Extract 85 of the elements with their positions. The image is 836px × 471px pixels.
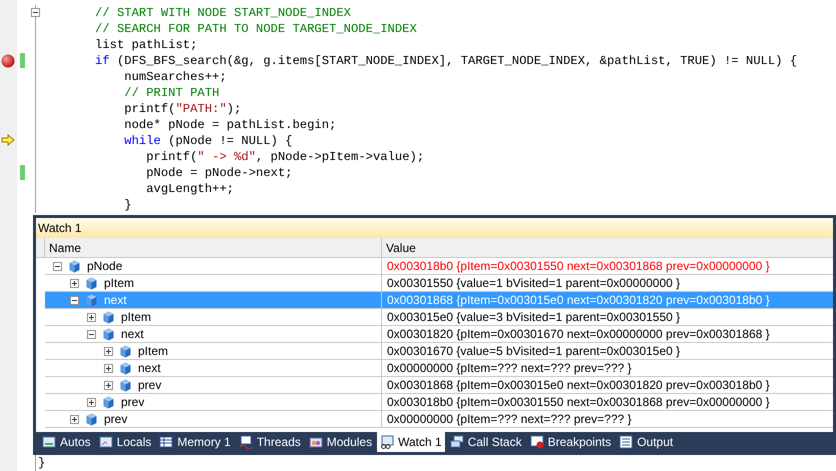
variable-icon [103, 396, 114, 408]
collapse-icon[interactable] [53, 262, 62, 270]
collapse-icon[interactable] [70, 296, 79, 304]
variable-value: 0x00301868 {pItem=0x003015e0 next=0x00301820 prev=0x003018b0 } [386, 292, 771, 308]
column-header[interactable]: Name [45, 238, 382, 257]
variable-icon [120, 344, 131, 358]
collapse-icon[interactable] [31, 8, 40, 17]
variable-name: prev [121, 394, 144, 411]
watch-row[interactable]: next 0x00301820 {pItem=0x00301670 next=0x00000000 prev=0x00301868 } [45, 326, 833, 343]
variable-name: prev [104, 411, 128, 428]
code-line: list pathList; [95, 37, 198, 53]
panel-tab[interactable]: Threads [236, 432, 304, 452]
expand-icon[interactable] [70, 278, 79, 288]
variable-name: pNode [87, 258, 122, 275]
variable-value: 0x00301820 {pItem=0x00301670 next=0x00000000 prev=0x00301868 } [386, 326, 771, 342]
tab-icon [380, 435, 394, 449]
variable-name: pItem [104, 275, 134, 292]
panel-tab[interactable]: Modules [306, 432, 376, 452]
variable-icon [103, 328, 114, 340]
panel-tab[interactable]: Autos [39, 432, 94, 452]
expand-icon[interactable] [104, 364, 113, 372]
variable-icon [69, 260, 80, 272]
watch-row[interactable]: next 0x00000000 {pItem=??? next=??? prev=??? } [45, 360, 833, 377]
code-line: if (DFS_BFS_search(&g, g.items[START_NODE_INDEX], TARGET_NODE_INDEX, &pathList, TRUE) != NULL) { [95, 53, 798, 69]
code-line: printf(" -> %d", pNode->pItem->value); [145, 149, 424, 165]
code-line: // START WITH NODE START_NODE_INDEX [95, 5, 351, 21]
tab-icon [619, 435, 634, 449]
variable-name: prev [138, 377, 162, 394]
variable-icon [120, 362, 131, 374]
collapse-icon[interactable] [87, 330, 96, 338]
watch-row[interactable]: prev 0x00000000 {pItem=??? next=??? prev=??? } [45, 411, 833, 428]
watch-row[interactable]: prev 0x003018b0 {pItem=0x00301550 next=0x00301868 prev=0x00000000 } [45, 394, 833, 411]
expand-icon[interactable] [87, 312, 96, 322]
variable-value: 0x00301868 {pItem=0x003015e0 next=0x00301820 prev=0x003018b0 } [386, 377, 771, 393]
code-line: avgLength++; [145, 181, 234, 197]
panel-tab[interactable]: Memory 1 [156, 432, 234, 452]
variable-icon [86, 412, 97, 426]
panel-tab[interactable]: Call Stack [446, 432, 525, 452]
variable-name: pItem [138, 343, 168, 360]
variable-value: 0x00000000 {pItem=??? next=??? prev=??? } [386, 360, 633, 376]
code-line: // PRINT PATH [123, 85, 220, 101]
panel-tab[interactable]: Breakpoints [526, 432, 614, 452]
panel-tab[interactable]: Output [616, 432, 676, 452]
tab-icon [98, 435, 113, 449]
panel-tab[interactable]: Watch 1 [377, 432, 445, 452]
tab-icon [450, 435, 464, 449]
variable-icon [120, 378, 131, 392]
expand-icon[interactable] [70, 414, 79, 424]
code-line: } [38, 454, 46, 471]
tab-icon [530, 435, 544, 449]
variable-value: 0x00301550 {value=1 bVisited=1 parent=0x00000000 } [386, 275, 682, 291]
watch-row[interactable]: pItem 0x003015e0 {value=3 bVisited=1 parent=0x00301550 } [45, 309, 833, 326]
code-line: while (pNode != NULL) { [123, 133, 292, 149]
tab-icon [238, 435, 253, 449]
panel-tab[interactable]: Locals [96, 432, 154, 452]
variable-name: pItem [121, 309, 152, 326]
variable-value: 0x00301670 {value=5 bVisited=1 parent=0x003015e0 } [386, 343, 682, 359]
watch-row[interactable]: pItem 0x00301670 {value=5 bVisited=1 parent=0x003015e0 } [45, 343, 833, 360]
variable-value: 0x00000000 {pItem=??? next=??? prev=??? } [386, 411, 633, 427]
variable-value: 0x003015e0 {value=3 bVisited=1 parent=0x00301550 } [386, 309, 682, 325]
variable-value: 0x003018b0 {pItem=0x00301550 next=0x00301868 prev=0x00000000 } [386, 394, 771, 410]
variable-name: next [104, 292, 127, 309]
tab-icon [42, 435, 56, 449]
code-line: node* pNode = pathList.begin; [123, 117, 336, 133]
column-header[interactable]: Value [382, 238, 833, 257]
variable-name: next [138, 360, 161, 377]
watch-row[interactable]: pNode 0x003018b0 {pItem=0x00301550 next=0x00301868 prev=0x00000000 } [45, 258, 833, 275]
tab-icon [308, 435, 323, 449]
variable-icon [103, 310, 114, 324]
expand-icon[interactable] [87, 398, 96, 406]
breakpoint-icon[interactable] [1, 54, 15, 68]
variable-name: next [121, 326, 144, 343]
panel-title: Watch 1 [36, 218, 833, 238]
expand-icon[interactable] [104, 346, 113, 356]
tab-icon [159, 435, 174, 449]
expand-icon[interactable] [104, 380, 113, 390]
code-line: // SEARCH FOR PATH TO NODE TARGET_NODE_INDEX [95, 21, 417, 37]
variable-icon [86, 276, 97, 290]
code-line: } [123, 197, 132, 213]
variable-value: 0x003018b0 {pItem=0x00301550 next=0x00301868 prev=0x00000000 } [386, 258, 771, 274]
code-line: pNode = pNode->next; [145, 165, 292, 181]
variable-icon [86, 294, 97, 306]
code-line: numSearches++; [123, 69, 227, 85]
watch-row[interactable]: prev 0x00301868 {pItem=0x003015e0 next=0x00301820 prev=0x003018b0 } [45, 377, 833, 394]
code-line: printf("PATH:"); [123, 101, 242, 117]
